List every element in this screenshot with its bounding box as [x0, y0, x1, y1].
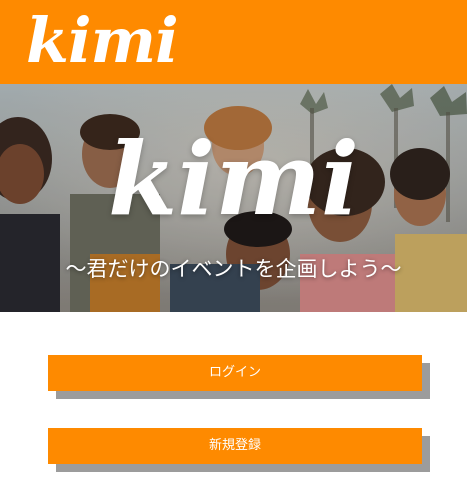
hero-banner: kimi 〜君だけのイベントを企画しよう〜 [0, 84, 467, 312]
register-button[interactable]: 新規登録 [48, 428, 422, 464]
login-button[interactable]: ログイン [48, 355, 422, 391]
login-button-container: ログイン [48, 355, 430, 399]
hero-tagline: 〜君だけのイベントを企画しよう〜 [65, 257, 402, 281]
hero-logo: kimi [107, 120, 360, 238]
register-button-container: 新規登録 [48, 428, 430, 472]
app-header: kimi [0, 0, 467, 84]
header-logo: kimi [26, 4, 179, 77]
